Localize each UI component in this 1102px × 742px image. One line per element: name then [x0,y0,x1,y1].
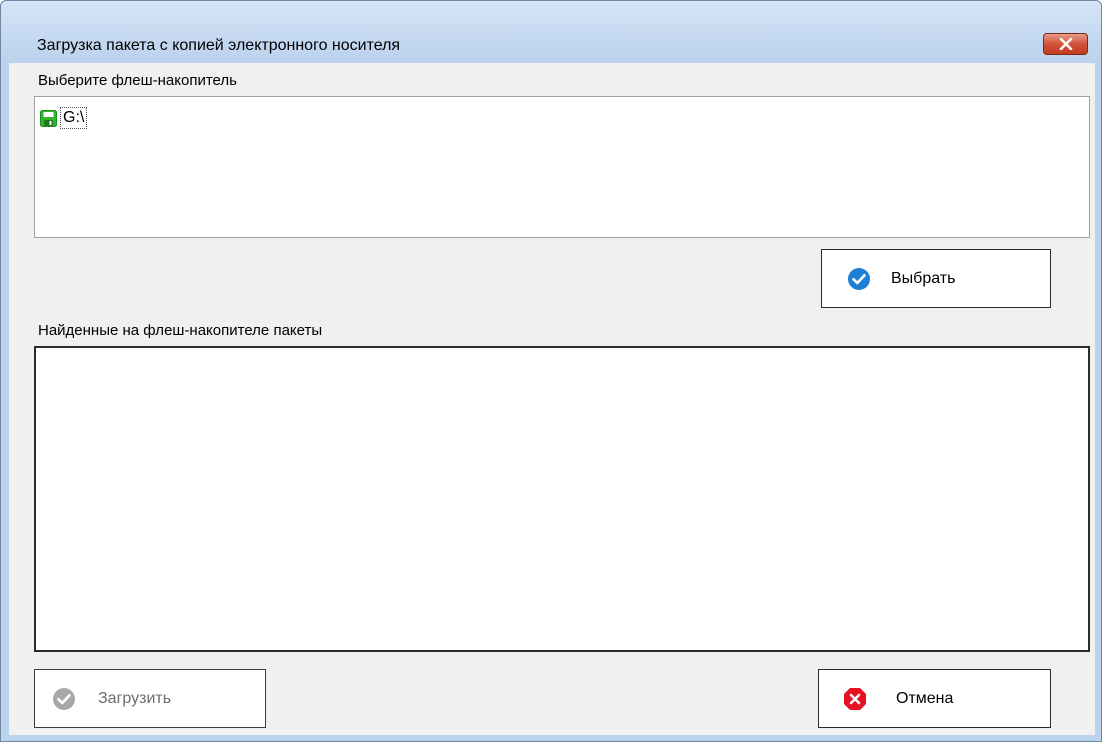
select-button-label: Выбрать [891,269,956,287]
dialog-window: Загрузка пакета с копией электронного но… [0,0,1102,742]
window-close-button[interactable] [1043,33,1088,55]
checkmark-circle-icon [847,267,871,291]
floppy-disk-icon [40,109,57,127]
select-button[interactable]: Выбрать [821,249,1051,308]
packages-list[interactable] [34,346,1090,652]
drive-section-label: Выберите флеш-накопитель [38,72,237,89]
cancel-button-label: Отмена [896,689,954,707]
load-button[interactable]: Загрузить [34,669,266,728]
title-bar: Загрузка пакета с копией электронного но… [1,1,1101,63]
drive-list[interactable]: G:\ [34,96,1090,238]
close-icon [1059,38,1072,50]
drive-label: G:\ [60,107,88,129]
packages-section-label: Найденные на флеш-накопителе пакеты [38,322,323,339]
close-octagon-icon [843,687,867,711]
checkmark-circle-icon [52,687,76,711]
dialog-content: Выберите флеш-накопитель G:\ Выбрать Най… [9,63,1095,735]
load-button-label: Загрузить [98,689,172,707]
window-title: Загрузка пакета с копией электронного но… [37,37,401,54]
drive-list-item[interactable]: G:\ [40,107,88,129]
cancel-button[interactable]: Отмена [818,669,1051,728]
